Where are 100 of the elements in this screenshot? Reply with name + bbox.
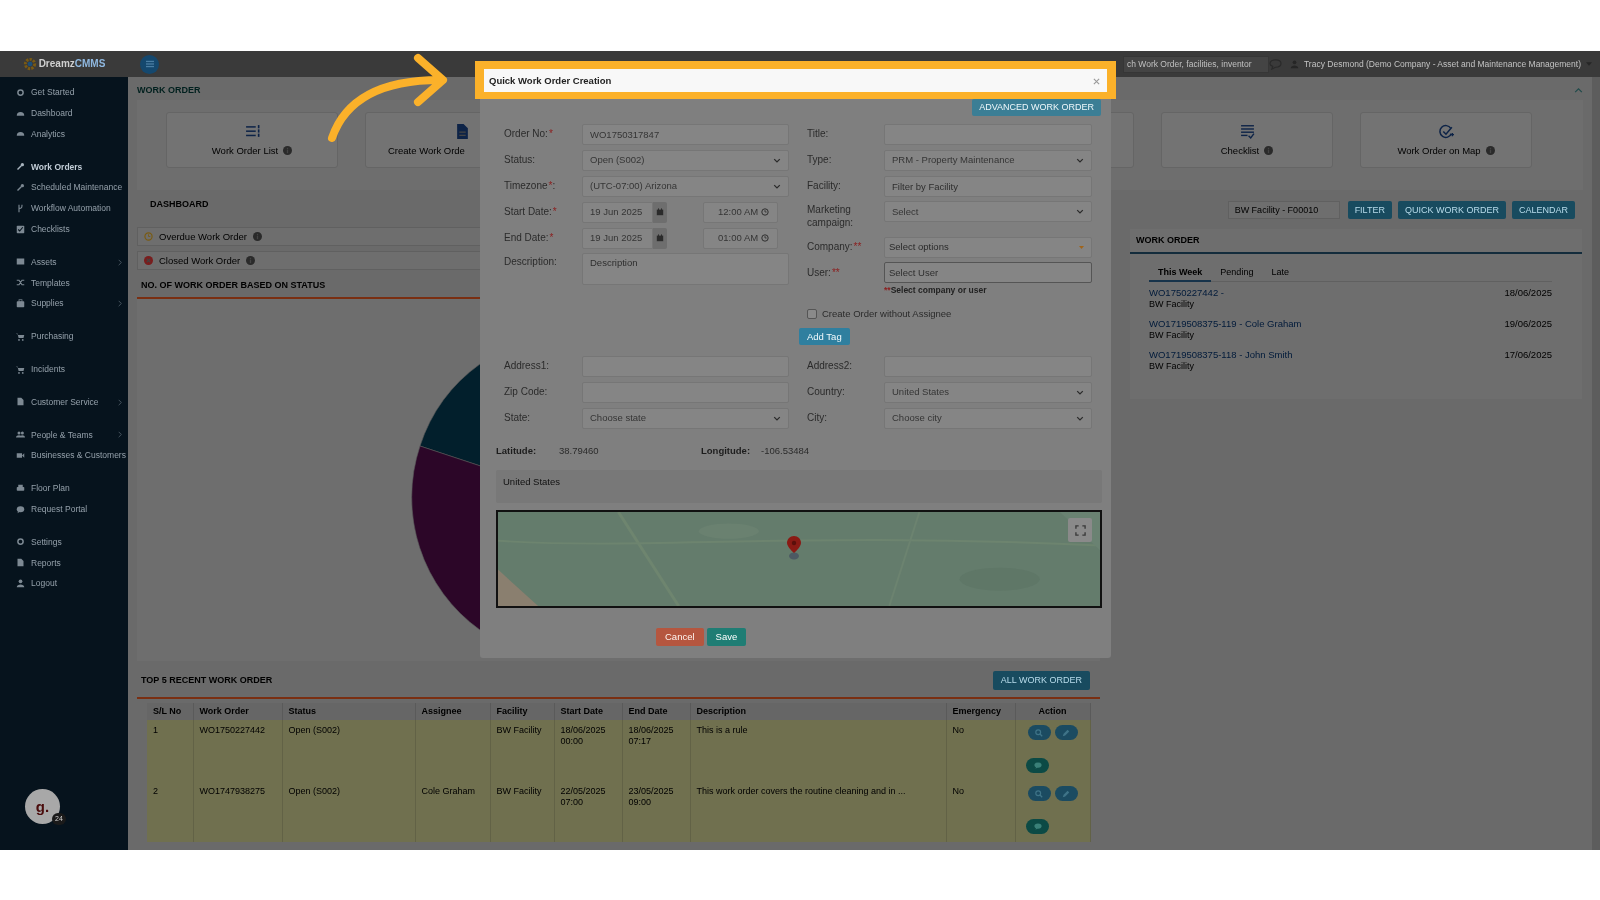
sidebar-item[interactable]: Logout <box>0 573 128 594</box>
sidebar-item[interactable]: Assets <box>0 251 128 273</box>
gear-logo-icon <box>22 57 37 71</box>
field-label: End Date:* <box>504 232 555 244</box>
calendar-icon[interactable] <box>656 234 664 242</box>
shortcut-card[interactable]: Work Order List <box>166 112 338 168</box>
page-title: WORK ORDER <box>137 85 201 96</box>
clock-icon <box>761 234 769 242</box>
calendar-icon[interactable] <box>656 208 664 216</box>
tab[interactable]: Late <box>1262 264 1298 282</box>
chat-icon[interactable] <box>1269 58 1282 70</box>
table-cell: 18/06/2025 00:00 <box>554 720 622 781</box>
time-field[interactable]: 12:00 AM <box>703 201 778 223</box>
speech-bubble-icon <box>1033 762 1042 769</box>
view-button[interactable] <box>1027 786 1051 801</box>
facility-field[interactable]: BW Facility - F00010 <box>1227 201 1340 219</box>
filter-button[interactable]: QUICK WORK ORDER <box>1397 201 1506 219</box>
close-circle-icon <box>144 256 153 265</box>
work-order-link[interactable]: WO1750227442 - <box>1149 287 1224 298</box>
table-cell: 23/05/2025 09:00 <box>622 781 690 842</box>
cancel-button[interactable]: Cancel <box>656 628 704 646</box>
shortcut-card[interactable]: Work Order on Map <box>1360 112 1532 168</box>
sidebar-item[interactable]: Incidents <box>0 358 128 380</box>
select-field[interactable]: Choose state <box>582 407 789 429</box>
modal-title: Quick Work Order Creation <box>489 74 612 87</box>
section-title: DASHBOARD <box>149 198 210 211</box>
comment-button[interactable] <box>1026 758 1049 773</box>
work-order-link[interactable]: WO1719508375-118 - John Smith <box>1149 349 1293 360</box>
field-label: Description: <box>504 255 558 268</box>
filter-button[interactable]: FILTER <box>1347 201 1392 219</box>
add-tag-button[interactable]: Add Tag <box>799 328 850 345</box>
sidebar-item[interactable]: Purchasing <box>0 325 128 347</box>
panel-title: WORK ORDER <box>1130 229 1582 254</box>
text-area[interactable]: Description <box>582 253 789 285</box>
date-field[interactable]: 19 Jun 2025 <box>582 227 653 249</box>
select-field[interactable]: Choose city <box>884 407 1092 429</box>
all-work-order-button[interactable]: ALL WORK ORDER <box>992 670 1090 690</box>
fullscreen-button[interactable] <box>1068 518 1092 542</box>
sidebar-item[interactable]: Scheduled Maintenance <box>0 177 128 198</box>
collapse-icon[interactable] <box>1574 88 1583 93</box>
sidebar-item[interactable]: Settings <box>0 531 128 553</box>
sidebar-item[interactable]: Businesses & Customers <box>0 445 128 466</box>
comment-button[interactable] <box>1026 819 1049 834</box>
filter-button[interactable]: CALENDAR <box>1512 201 1575 219</box>
table-cell: Open (S002) <box>282 781 415 842</box>
text-field[interactable]: Filter by Facility <box>884 175 1092 197</box>
sidebar-item[interactable]: Dashboard <box>0 102 128 124</box>
field-label: Timezone*: <box>504 180 557 192</box>
select-field[interactable]: (UTC-07:00) Arizona <box>582 175 789 197</box>
column-header: Action <box>1015 703 1090 720</box>
scrollbar[interactable] <box>1592 77 1600 850</box>
sidebar-item[interactable]: People & Teams <box>0 424 128 446</box>
select-field[interactable]: United States <box>884 381 1092 403</box>
sidebar-item[interactable]: Request Portal <box>0 498 128 520</box>
sidebar-item[interactable]: Reports <box>0 552 128 574</box>
sidebar-item[interactable]: Workflow Automation <box>0 198 128 219</box>
chevron-icon <box>118 300 122 308</box>
sidebar-item[interactable]: Get Started <box>0 82 128 103</box>
close-icon <box>1093 77 1100 85</box>
text-field[interactable]: WO1750317847 <box>582 123 789 145</box>
tab[interactable]: This Week <box>1149 264 1212 282</box>
work-order-link[interactable]: WO1719508375-119 - Cole Graham <box>1149 318 1302 329</box>
select-field[interactable]: Select <box>884 201 1092 222</box>
chart-title: NO. OF WORK ORDER BASED ON STATUS <box>141 280 326 291</box>
edit-button[interactable] <box>1054 786 1078 801</box>
select-field[interactable]: Select options <box>884 236 1092 258</box>
section-title: TOP 5 RECENT WORK ORDER <box>141 674 273 686</box>
menu-icon <box>145 60 154 68</box>
sidebar-item[interactable]: Customer Service <box>0 391 128 413</box>
pencil-icon <box>1062 728 1070 737</box>
text-field[interactable]: Select User <box>884 262 1092 283</box>
time-field[interactable]: 01:00 AM <box>703 227 778 249</box>
sidebar-item[interactable]: Templates <box>0 272 128 294</box>
search-field[interactable]: ch Work Order, facilities, inventor <box>1123 55 1269 73</box>
edit-button[interactable] <box>1054 725 1078 740</box>
sidebar-item[interactable]: Supplies <box>0 293 128 314</box>
view-button[interactable] <box>1027 725 1051 740</box>
sidebar-item[interactable]: Checklists <box>0 218 128 240</box>
select-field[interactable]: PRM - Property Maintenance <box>884 149 1092 171</box>
checkbox[interactable] <box>807 309 817 319</box>
date-text: 19/06/2025 <box>1504 318 1552 331</box>
date-field[interactable]: 19 Jun 2025 <box>582 201 653 223</box>
clock-icon <box>144 232 153 241</box>
sidebar-item[interactable]: Floor Plan <box>0 477 128 499</box>
column-header: Work Order <box>193 703 282 720</box>
info-icon <box>283 146 293 155</box>
save-button[interactable]: Save <box>706 628 747 646</box>
tab[interactable]: Pending <box>1211 264 1263 282</box>
advanced-work-order-button[interactable]: ADVANCED WORK ORDER <box>972 99 1101 116</box>
menu-button[interactable] <box>140 54 159 74</box>
select-field[interactable]: Open (S002) <box>582 149 789 171</box>
checkbox-label: Create Order without Assignee <box>822 308 952 320</box>
sidebar-item[interactable]: Work Orders <box>0 156 128 178</box>
box-icon <box>16 257 25 267</box>
column-header: Assignee <box>415 703 490 720</box>
shortcut-card[interactable]: Checklist <box>1161 112 1333 168</box>
card-label: Create Work Orde <box>388 144 465 157</box>
field-label: Marketing campaign: <box>807 203 855 229</box>
user-name[interactable]: Tracy Desmond (Demo Company - Asset and Maintenance Management) <box>1304 58 1581 70</box>
sidebar-item[interactable]: Analytics <box>0 123 128 145</box>
